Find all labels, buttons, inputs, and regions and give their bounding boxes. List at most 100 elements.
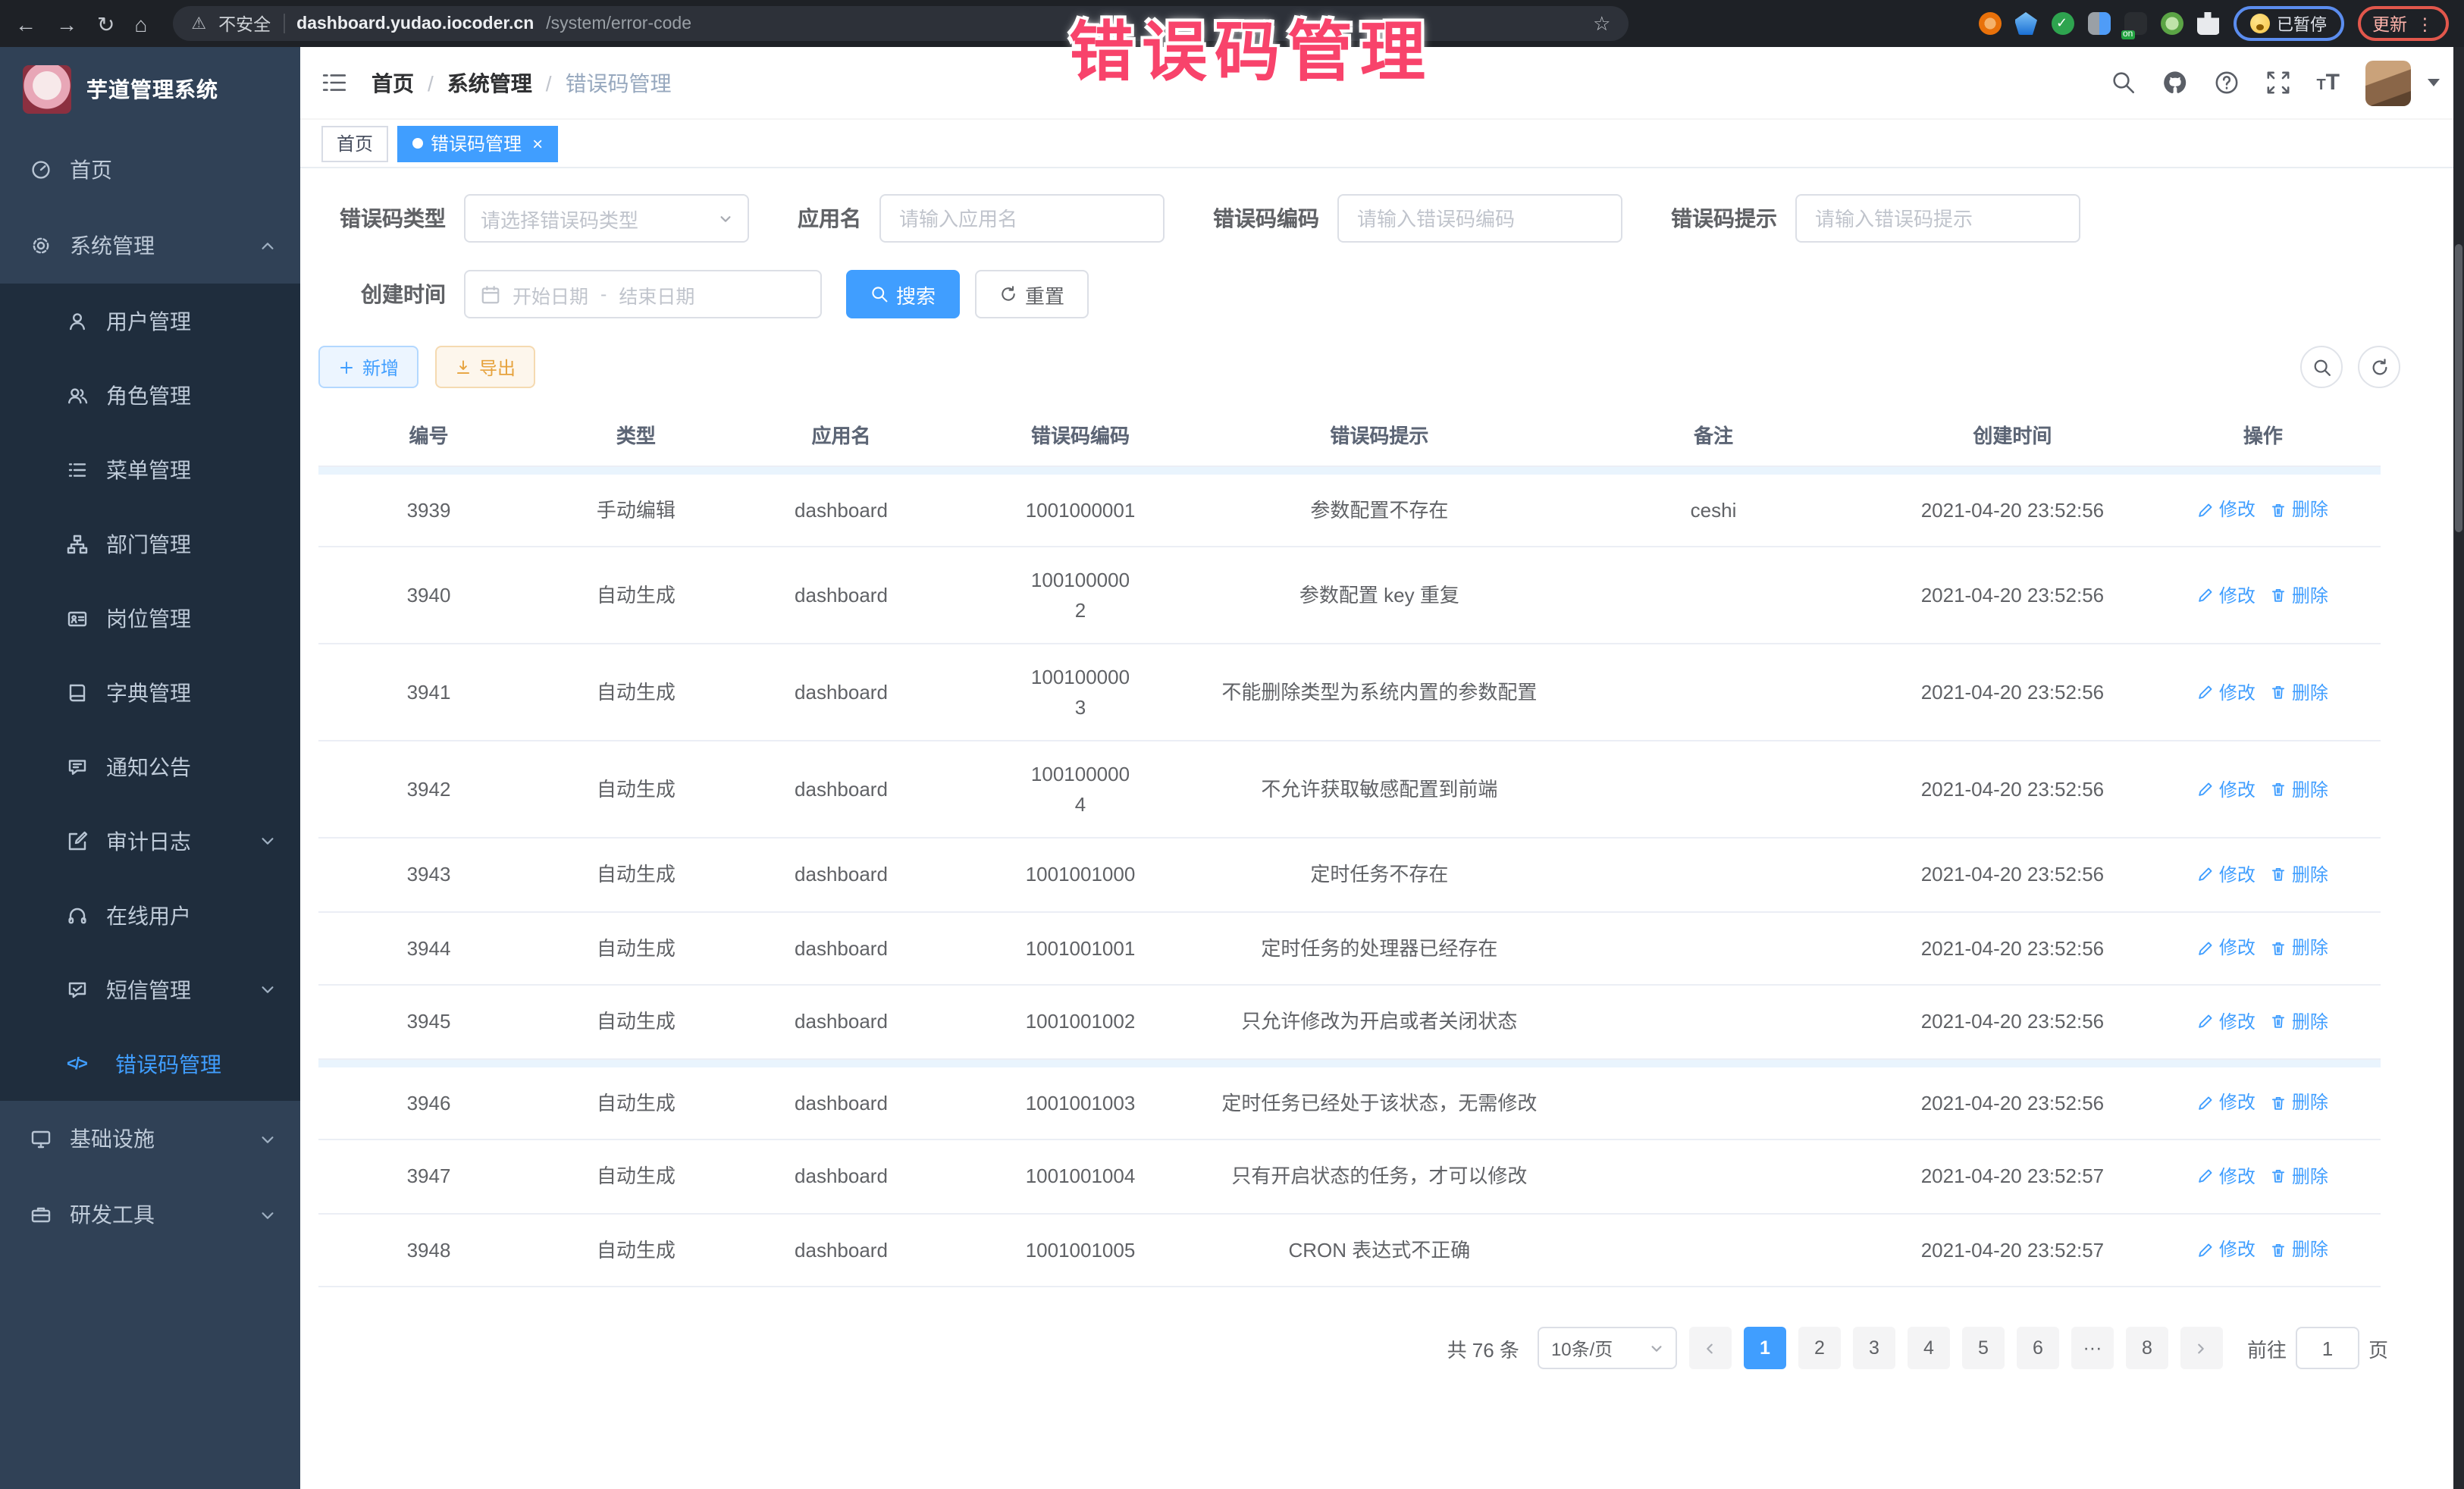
delete-link[interactable]: 删除 (2271, 1008, 2328, 1036)
sidebar-fold-icon[interactable] (321, 71, 347, 94)
extension-icon[interactable] (2014, 12, 2037, 35)
user-avatar[interactable] (2365, 60, 2411, 105)
avatar-caret-icon[interactable] (2428, 79, 2440, 86)
edit-link[interactable]: 修改 (2198, 497, 2256, 524)
delete-link[interactable]: 删除 (2271, 1237, 2328, 1264)
edit-link[interactable]: 修改 (2198, 679, 2256, 706)
sidebar-item-notices[interactable]: 通知公告 (0, 729, 300, 804)
reload-icon[interactable]: ↻ (97, 13, 114, 34)
tag-home[interactable]: 首页 (321, 125, 388, 161)
github-icon[interactable] (2161, 70, 2187, 96)
close-tag-icon[interactable]: × (532, 133, 543, 154)
edit-link[interactable]: 修改 (2198, 581, 2256, 609)
date-range-picker[interactable]: 开始日期 - 结束日期 (464, 270, 822, 318)
edit-link[interactable]: 修改 (2198, 1089, 2256, 1117)
page-button-1[interactable]: 1 (1744, 1327, 1786, 1369)
table-row: 3939 手动编辑 dashboard 1001000001 参数配置不存在 c… (318, 474, 2381, 547)
app-name-input[interactable] (899, 207, 1145, 230)
sidebar-item-error-code[interactable]: </> 错误码管理 (0, 1027, 300, 1101)
tag-error-code[interactable]: 错误码管理 × (397, 125, 558, 161)
delete-link[interactable]: 删除 (2271, 497, 2328, 524)
breadcrumb-home[interactable]: 首页 (371, 67, 414, 98)
sidebar-item-sms[interactable]: 短信管理 (0, 952, 300, 1027)
breadcrumb-system[interactable]: 系统管理 (447, 67, 532, 98)
breadcrumb: 首页 / 系统管理 / 错误码管理 (371, 67, 672, 98)
edit-link[interactable]: 修改 (2198, 776, 2256, 803)
extension-icon[interactable] (2124, 12, 2146, 35)
sidebar-item-system[interactable]: 系统管理 (0, 208, 300, 284)
error-msg-input[interactable] (1815, 207, 2061, 230)
home-icon[interactable]: ⌂ (134, 13, 147, 34)
extension-icon[interactable] (2160, 12, 2183, 35)
table-divider-band (318, 1059, 2381, 1067)
page-button-4[interactable]: 4 (1908, 1327, 1950, 1369)
prev-page-button[interactable] (1689, 1327, 1732, 1369)
next-page-button[interactable] (2180, 1327, 2223, 1369)
date-start-placeholder: 开始日期 (513, 280, 588, 309)
page-button-3[interactable]: 3 (1853, 1327, 1895, 1369)
delete-link[interactable]: 删除 (2271, 581, 2328, 609)
update-button[interactable]: 更新 ⋮ (2357, 6, 2449, 41)
extension-icon[interactable] (1978, 12, 2001, 35)
edit-link[interactable]: 修改 (2198, 1163, 2256, 1190)
extension-icon[interactable] (2087, 12, 2110, 35)
edit-link[interactable]: 修改 (2198, 1237, 2256, 1264)
show-search-button[interactable] (2300, 346, 2343, 388)
forward-icon[interactable]: → (56, 13, 77, 34)
page-size-select[interactable]: 10条/页 (1538, 1327, 1677, 1369)
chat-check-icon (67, 979, 88, 1000)
delete-link[interactable]: 删除 (2271, 1089, 2328, 1117)
delete-link[interactable]: 删除 (2271, 1163, 2328, 1190)
scrollbar-thumb[interactable] (2455, 244, 2462, 532)
delete-link[interactable]: 删除 (2271, 861, 2328, 889)
page-button-6[interactable]: 6 (2017, 1327, 2059, 1369)
sidebar-item-home[interactable]: 首页 (0, 132, 300, 208)
goto-page-input[interactable] (2296, 1327, 2359, 1369)
error-code-input[interactable] (1357, 207, 1603, 230)
search-button[interactable]: 搜索 (846, 270, 960, 318)
search-icon[interactable] (2110, 70, 2136, 96)
kebab-menu-icon[interactable]: ⋮ (2416, 13, 2434, 34)
paused-badge[interactable]: 已暂停 (2233, 6, 2343, 41)
bookmark-star-icon[interactable]: ☆ (1593, 11, 1610, 36)
sidebar-item-dict[interactable]: 字典管理 (0, 655, 300, 729)
col-header-id: 编号 (318, 408, 539, 465)
puzzle-extension-icon[interactable] (2196, 12, 2219, 35)
sidebar-item-audit-log[interactable]: 审计日志 (0, 804, 300, 878)
app-logo-row[interactable]: 芋道管理系统 (0, 47, 300, 132)
filter-error-msg: 错误码提示 (1671, 194, 2080, 243)
more-pages-button[interactable]: ··· (2071, 1327, 2114, 1369)
trash-icon (2271, 684, 2287, 701)
refresh-table-button[interactable] (2358, 346, 2400, 388)
back-icon[interactable]: ← (15, 13, 36, 34)
fullscreen-icon[interactable] (2265, 70, 2290, 96)
delete-link[interactable]: 删除 (2271, 776, 2328, 803)
page-button-2[interactable]: 2 (1798, 1327, 1841, 1369)
delete-link[interactable]: 删除 (2271, 935, 2328, 962)
error-msg-label: 错误码提示 (1671, 203, 1795, 234)
app-logo (23, 65, 71, 114)
export-button[interactable]: 导出 (435, 346, 535, 388)
extension-icon[interactable] (2051, 12, 2074, 35)
sidebar-item-posts[interactable]: 岗位管理 (0, 581, 300, 655)
sidebar-item-roles[interactable]: 角色管理 (0, 358, 300, 432)
sidebar-item-menus[interactable]: 菜单管理 (0, 432, 300, 506)
error-type-select[interactable]: 请选择错误码类型 (464, 194, 749, 243)
edit-link[interactable]: 修改 (2198, 935, 2256, 962)
page-button-5[interactable]: 5 (1962, 1327, 2005, 1369)
browser-scrollbar[interactable] (2453, 47, 2464, 1489)
headset-icon (67, 904, 88, 926)
edit-link[interactable]: 修改 (2198, 861, 2256, 889)
reset-button[interactable]: 重置 (975, 270, 1089, 318)
sidebar-item-users[interactable]: 用户管理 (0, 284, 300, 358)
add-button[interactable]: 新增 (318, 346, 419, 388)
page-button-8[interactable]: 8 (2126, 1327, 2168, 1369)
sidebar-item-dev-tools[interactable]: 研发工具 (0, 1177, 300, 1252)
edit-link[interactable]: 修改 (2198, 1008, 2256, 1036)
sidebar-item-infrastructure[interactable]: 基础设施 (0, 1101, 300, 1177)
font-size-icon[interactable]: TT (2316, 70, 2340, 96)
help-icon[interactable] (2213, 70, 2239, 96)
delete-link[interactable]: 删除 (2271, 679, 2328, 706)
sidebar-item-departments[interactable]: 部门管理 (0, 506, 300, 581)
sidebar-item-online-users[interactable]: 在线用户 (0, 878, 300, 952)
